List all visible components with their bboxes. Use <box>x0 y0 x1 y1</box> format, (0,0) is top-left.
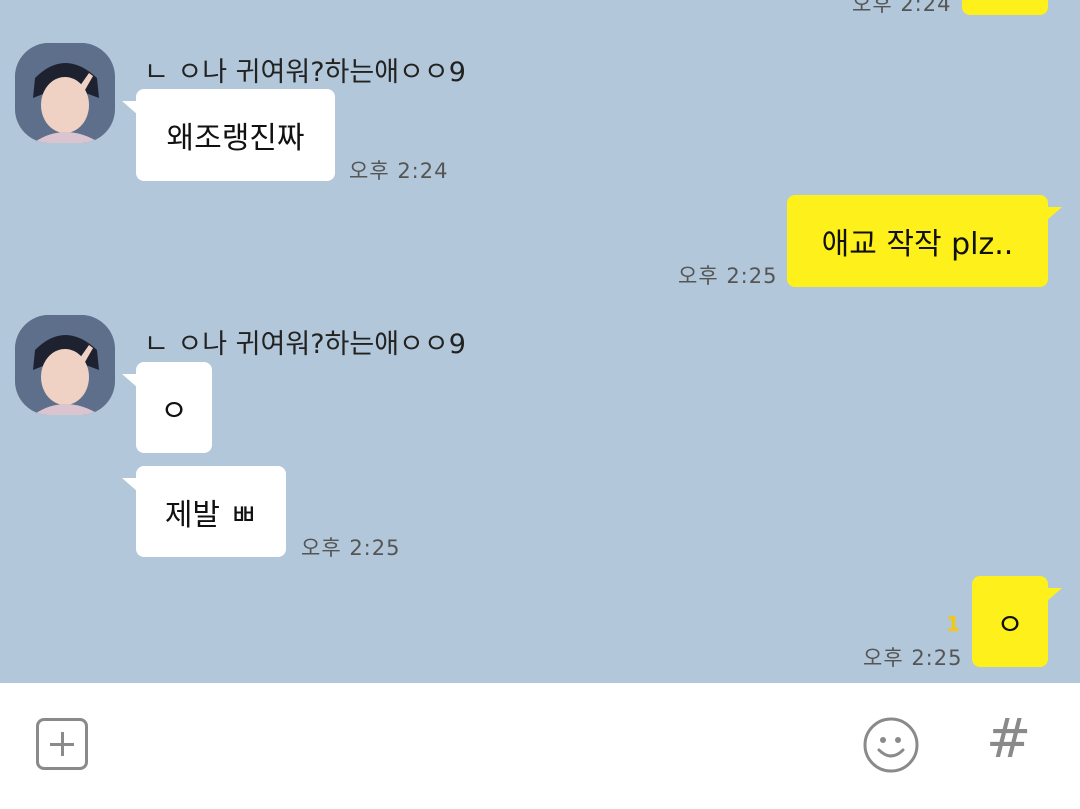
bubble-tail <box>122 101 138 115</box>
bubble-tail <box>1046 588 1062 602</box>
message-time: 오후 2:24 <box>349 159 449 183</box>
sender-name: ㄴ ㅇ나 귀여워?하는애ㅇㅇ9 <box>144 329 466 360</box>
message-time: 오후 2:25 <box>863 646 963 670</box>
message-text: 제발 ㅃ <box>164 497 258 533</box>
plus-square-icon[interactable] <box>36 718 88 770</box>
hashtag-search-button[interactable]: # <box>986 712 1031 766</box>
profile-avatar[interactable] <box>15 315 115 415</box>
message-bubble-incoming[interactable]: 왜조랭진짜 <box>122 89 335 181</box>
avatar-photo-icon <box>15 43 115 143</box>
bubble-tail <box>122 374 138 388</box>
message-bubble-outgoing[interactable]: ㅇ <box>972 576 1062 667</box>
profile-avatar[interactable] <box>15 43 115 143</box>
message-text: ㅇ <box>160 393 188 429</box>
message-text: ㅇ <box>996 607 1024 643</box>
message-bubble-outgoing[interactable]: 애교 작작 plz.. <box>787 195 1062 287</box>
message-time: 오후 2:25 <box>301 536 401 560</box>
smiley-icon[interactable] <box>862 716 920 774</box>
sender-name: ㄴ ㅇ나 귀여워?하는애ㅇㅇ9 <box>144 57 466 88</box>
message-text: 애교 작작 plz.. <box>821 227 1014 262</box>
message-time: 오후 2:25 <box>678 264 778 288</box>
chat-area[interactable]: 오후 2:24 ㄴ ㅇ나 귀여워?하는애ㅇㅇ9 왜조랭진짜 오후 2:24 오후… <box>0 0 1080 683</box>
avatar-photo-icon <box>15 315 115 415</box>
message-bubble-incoming[interactable]: ㅇ <box>122 362 212 453</box>
bubble-tail <box>1046 207 1062 221</box>
bubble-tail <box>122 478 138 492</box>
message-bubble-incoming[interactable]: 제발 ㅃ <box>122 466 286 557</box>
message-bubble-outgoing[interactable] <box>962 0 1048 15</box>
unread-count: 1 <box>946 612 960 636</box>
message-time: 오후 2:24 <box>852 0 952 16</box>
message-text: 왜조랭진짜 <box>166 121 305 156</box>
